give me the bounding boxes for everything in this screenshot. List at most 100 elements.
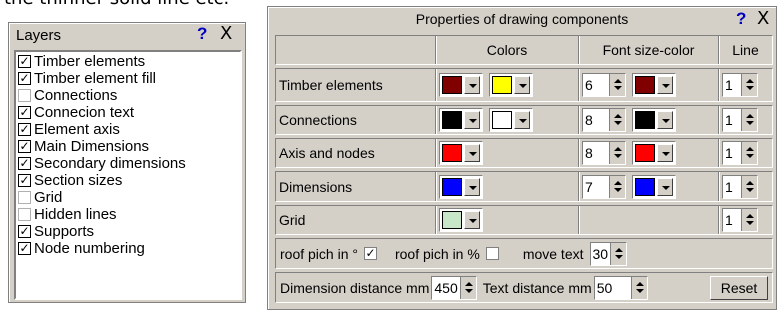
help-icon[interactable]: ? <box>197 24 207 44</box>
number-stepper[interactable]: 1 <box>722 208 758 232</box>
chevron-down-icon[interactable] <box>514 111 530 129</box>
layer-item[interactable]: Supports <box>18 223 240 240</box>
spin-arrows-icon[interactable] <box>741 74 757 96</box>
number-stepper[interactable]: 8 <box>582 108 626 132</box>
number-stepper[interactable]: 1 <box>722 174 758 199</box>
dimension-distance-stepper[interactable]: 450 <box>431 275 477 300</box>
layer-checkbox[interactable] <box>18 55 31 68</box>
chevron-down-icon[interactable] <box>657 111 673 129</box>
number-stepper[interactable]: 8 <box>582 141 626 165</box>
layer-item[interactable]: Main Dimensions <box>18 138 240 155</box>
spin-arrows-icon[interactable] <box>609 142 625 164</box>
color-swatch <box>442 144 462 162</box>
property-label: Connections <box>276 106 436 134</box>
number-stepper[interactable]: 7 <box>582 174 626 199</box>
color-picker[interactable] <box>439 174 483 199</box>
number-stepper[interactable]: 6 <box>582 73 626 97</box>
chevron-down-icon[interactable] <box>464 111 480 129</box>
close-icon[interactable]: X <box>757 8 769 29</box>
number-stepper[interactable]: 1 <box>722 108 758 132</box>
layer-item[interactable]: Element axis <box>18 121 240 138</box>
reset-button[interactable]: Reset <box>710 275 768 300</box>
layer-item[interactable]: Timber elements <box>18 53 240 70</box>
property-row: Connections 8 1 <box>275 105 773 135</box>
text-distance-stepper[interactable]: 50 <box>593 275 648 300</box>
color-picker[interactable] <box>439 108 483 132</box>
number-stepper[interactable]: 1 <box>722 141 758 165</box>
move-text-stepper[interactable]: 30 <box>589 241 628 266</box>
layer-checkbox[interactable] <box>18 225 31 238</box>
color-picker[interactable] <box>489 73 533 97</box>
color-picker[interactable] <box>632 73 676 97</box>
spin-arrows-icon[interactable] <box>741 142 757 164</box>
color-picker[interactable] <box>439 73 483 97</box>
chevron-down-icon[interactable] <box>464 177 480 196</box>
header-line: Line <box>732 42 759 58</box>
roof-pitch-pct-label: roof pich in % <box>394 245 480 262</box>
font-cell: 7 <box>579 172 719 201</box>
layer-item[interactable]: Timber element fill <box>18 70 240 87</box>
color-swatch <box>442 177 462 196</box>
roof-pitch-pct-checkbox[interactable] <box>485 247 499 260</box>
layer-checkbox[interactable] <box>18 140 31 153</box>
header-font: Font size-color <box>579 36 719 64</box>
color-picker[interactable] <box>439 208 483 232</box>
color-picker[interactable] <box>439 141 483 165</box>
stepper-value: 1 <box>725 212 733 228</box>
spin-arrows-icon[interactable] <box>610 242 627 265</box>
layer-checkbox[interactable] <box>18 242 31 255</box>
spin-arrows-icon[interactable] <box>609 74 625 96</box>
layer-item[interactable]: Secondary dimensions <box>18 155 240 172</box>
roof-pitch-deg-label: roof pich in ° <box>280 245 358 262</box>
color-swatch <box>492 76 512 94</box>
layer-item[interactable]: Node numbering <box>18 240 240 257</box>
color-swatch <box>635 144 655 162</box>
roof-pitch-deg-checkbox[interactable] <box>363 247 377 260</box>
layer-item[interactable]: Grid <box>18 189 240 206</box>
color-picker[interactable] <box>489 108 533 132</box>
spin-arrows-icon[interactable] <box>459 276 476 299</box>
color-picker[interactable] <box>632 141 676 165</box>
chevron-down-icon[interactable] <box>464 76 480 94</box>
color-picker[interactable] <box>632 174 676 199</box>
properties-title: Properties of drawing components <box>415 11 629 27</box>
color-swatch <box>635 111 655 129</box>
help-icon[interactable]: ? <box>736 9 746 29</box>
layer-item[interactable]: Connections <box>18 87 240 104</box>
layer-checkbox[interactable] <box>18 191 31 204</box>
font-cell <box>579 206 719 234</box>
layer-checkbox[interactable] <box>18 106 31 119</box>
chevron-down-icon[interactable] <box>464 211 480 229</box>
layer-checkbox[interactable] <box>18 72 31 85</box>
color-picker[interactable] <box>632 108 676 132</box>
layer-item[interactable]: Section sizes <box>18 172 240 189</box>
chevron-down-icon[interactable] <box>514 76 530 94</box>
number-stepper[interactable]: 1 <box>722 73 758 97</box>
layer-checkbox[interactable] <box>18 123 31 136</box>
spin-arrows-icon[interactable] <box>630 276 647 299</box>
layer-checkbox[interactable] <box>18 174 31 187</box>
layer-item[interactable]: Connecion text <box>18 104 240 121</box>
chevron-down-icon[interactable] <box>657 144 673 162</box>
property-row: Axis and nodes 8 1 <box>275 138 773 168</box>
dimension-distance-value: 450 <box>434 279 458 296</box>
layers-title: Layers <box>16 27 62 44</box>
stepper-value: 1 <box>725 77 733 93</box>
layer-label: Node numbering <box>34 240 145 257</box>
spin-arrows-icon[interactable] <box>609 109 625 131</box>
property-label: Dimensions <box>276 172 436 201</box>
spin-arrows-icon[interactable] <box>609 175 625 198</box>
spin-arrows-icon[interactable] <box>741 175 757 198</box>
spin-arrows-icon[interactable] <box>741 109 757 131</box>
color-swatch <box>442 76 462 94</box>
layer-checkbox[interactable] <box>18 208 31 221</box>
layer-checkbox[interactable] <box>18 89 31 102</box>
layer-checkbox[interactable] <box>18 157 31 170</box>
layer-item[interactable]: Hidden lines <box>18 206 240 223</box>
chevron-down-icon[interactable] <box>657 177 673 196</box>
close-icon[interactable]: X <box>220 23 232 44</box>
layer-label: Connecion text <box>34 104 135 121</box>
chevron-down-icon[interactable] <box>657 76 673 94</box>
spin-arrows-icon[interactable] <box>741 209 757 231</box>
chevron-down-icon[interactable] <box>464 144 480 162</box>
